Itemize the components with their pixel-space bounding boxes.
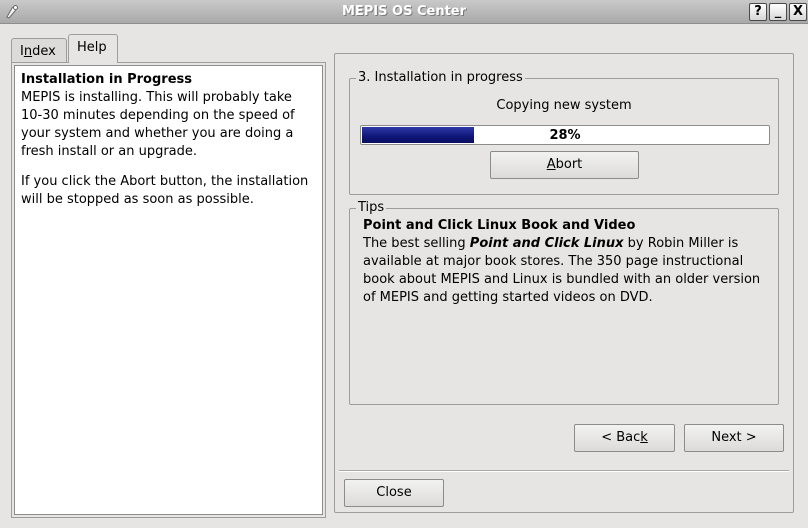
minimize-button[interactable]: _ <box>769 3 787 21</box>
install-status-text: Copying new system <box>496 98 632 113</box>
tips-group-legend: Tips <box>356 200 387 216</box>
tips-title: Point and Click Linux Book and Video <box>363 218 636 233</box>
window-title: MEPIS OS Center <box>341 4 467 19</box>
help-text-area[interactable]: Installation in Progress MEPIS is instal… <box>14 65 323 515</box>
help-pane: Installation in Progress MEPIS is instal… <box>11 62 326 518</box>
main-panel: 3. Installation in progress Copying new … <box>334 53 794 513</box>
book-title: Point and Click Linux <box>469 236 624 251</box>
help-window-button[interactable]: ? <box>749 3 767 21</box>
tips-text: The best selling Point and Click Linux b… <box>363 236 761 305</box>
tab-index[interactable]: Index <box>11 38 67 62</box>
close-window-button[interactable]: X <box>789 3 807 21</box>
progress-label: 28% <box>549 128 581 143</box>
installation-group: 3. Installation in progress Copying new … <box>349 70 779 195</box>
next-button[interactable]: Next > <box>684 424 784 452</box>
help-paragraph-2: If you click the Abort button, the insta… <box>21 174 309 207</box>
title-bar[interactable]: MEPIS OS Center ? _ X <box>0 0 808 24</box>
abort-button[interactable]: Abort <box>490 151 639 179</box>
tips-group: Tips Point and Click Linux Book and Vide… <box>349 200 779 405</box>
separator <box>339 470 789 472</box>
tab-help[interactable]: Help <box>68 34 118 63</box>
tips-body: Point and Click Linux Book and Video The… <box>363 217 773 307</box>
help-title: Installation in Progress <box>21 72 192 87</box>
help-paragraph-1: MEPIS is installing. This will probably … <box>21 90 295 159</box>
progress-bar: 28% <box>360 125 770 145</box>
close-button[interactable]: Close <box>344 479 444 507</box>
back-button[interactable]: < Back <box>574 424 675 452</box>
installation-group-legend: 3. Installation in progress <box>356 70 525 86</box>
